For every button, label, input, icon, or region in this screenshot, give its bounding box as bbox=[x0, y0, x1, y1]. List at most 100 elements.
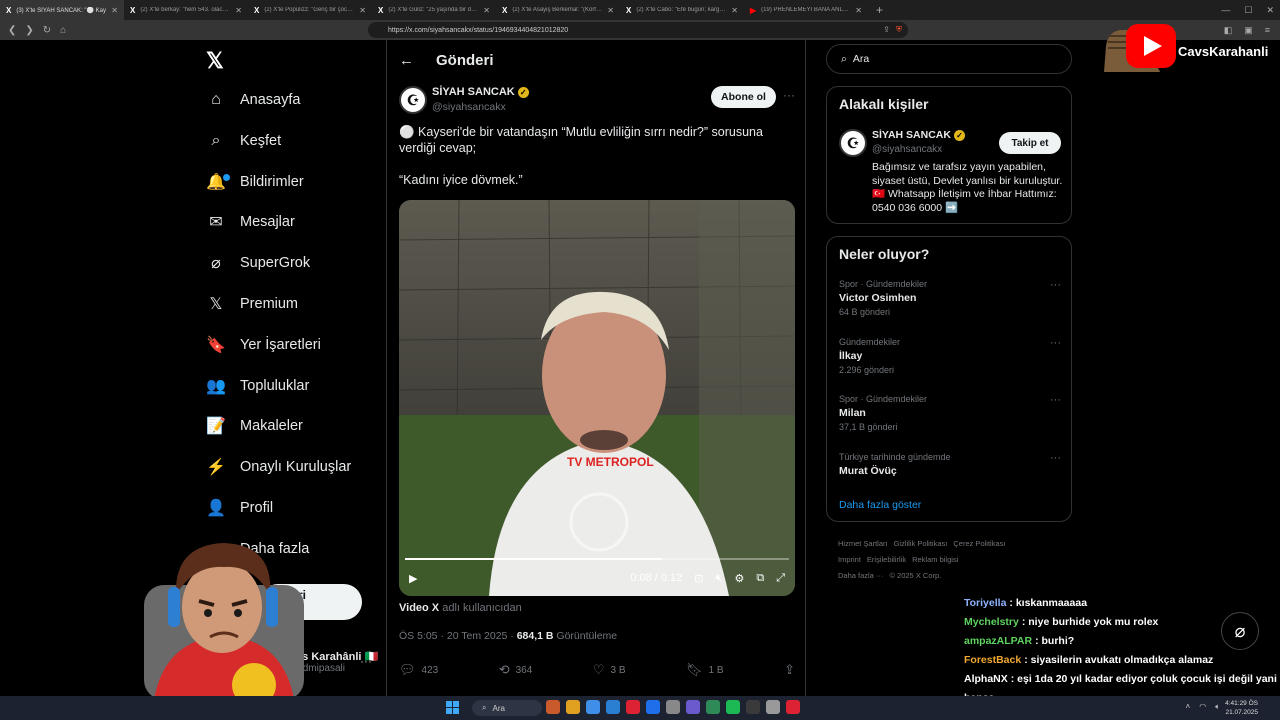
author-handle[interactable]: @siyahsancakx bbox=[432, 101, 506, 113]
home-icon[interactable]: ⌂ bbox=[60, 25, 66, 36]
sidebar-item-anasayfa[interactable]: ⌂ Anasayfa bbox=[206, 85, 300, 115]
x-logo-icon[interactable]: 𝕏 bbox=[206, 48, 224, 74]
share-button[interactable]: ⇪ bbox=[784, 662, 795, 678]
new-tab-icon[interactable]: + bbox=[868, 3, 891, 17]
captions-icon[interactable]: ⊡ bbox=[694, 572, 703, 585]
tab-close-icon[interactable]: ✕ bbox=[855, 6, 862, 15]
tab-close-icon[interactable]: ✕ bbox=[731, 6, 738, 15]
browser-tab[interactable]: X (3) X'te SİYAH SANCAK: "⚪ Kay ✕ bbox=[0, 0, 124, 20]
forward-icon[interactable]: ❯ bbox=[25, 25, 33, 36]
show-more-link[interactable]: Daha fazla göster bbox=[839, 499, 921, 511]
tab-close-icon[interactable]: ✕ bbox=[359, 6, 366, 15]
follow-button[interactable]: Takip et bbox=[999, 132, 1061, 154]
sidebar-item-profil[interactable]: 👤 Profil bbox=[206, 493, 273, 523]
post-timestamp[interactable]: ÖS 5:05 · 20 Tem 2025 · bbox=[399, 630, 517, 642]
taskbar-app-icon[interactable] bbox=[586, 700, 600, 714]
bookmark-button[interactable]: 🔖︎ 1 B bbox=[686, 662, 724, 678]
author-name[interactable]: SİYAH SANCAK ✓ bbox=[432, 86, 529, 98]
pip-icon[interactable]: ⧉ bbox=[756, 572, 764, 585]
footer-link[interactable]: © 2025 X Corp. bbox=[889, 571, 941, 580]
taskbar-app-icon[interactable] bbox=[706, 700, 720, 714]
reply-button[interactable]: 💬︎ 423 bbox=[399, 662, 438, 678]
maximize-icon[interactable]: ☐ bbox=[1244, 5, 1252, 16]
browser-tab[interactable]: X (2) X'te Popülizz: "Genç bir çocuk, fu ✕ bbox=[248, 0, 372, 20]
taskbar-app-icon[interactable] bbox=[666, 700, 680, 714]
tab-close-icon[interactable]: ✕ bbox=[607, 6, 614, 15]
url-field[interactable]: https://x.com/siyahsancakx/status/194693… bbox=[368, 22, 908, 38]
footer-link[interactable]: Gizlilik Politikası bbox=[894, 539, 948, 548]
repost-button[interactable]: ⟲ 364 bbox=[499, 662, 533, 678]
footer-link[interactable]: Imprint bbox=[838, 555, 861, 564]
trend-item[interactable]: Gündemdekiler İlkay 2.296 gönderi ··· bbox=[839, 337, 1061, 375]
trend-item[interactable]: Türkiye tarihinde gündemde Murat Övüç ··· bbox=[839, 452, 1061, 480]
sidebar-item-keşfet[interactable]: ⌕ Keşfet bbox=[206, 126, 282, 156]
taskbar-app-icon[interactable] bbox=[686, 700, 700, 714]
footer-link[interactable]: Reklam bilgisi bbox=[912, 555, 958, 564]
taskbar-app-icon[interactable] bbox=[726, 700, 740, 714]
mute-icon[interactable]: 🔇︎ bbox=[716, 572, 723, 585]
taskbar-app-icon[interactable] bbox=[606, 700, 620, 714]
browser-tab[interactable]: ▶ (19) PRENLEMEYİ BANA ANLAT | 55 ✕ bbox=[744, 0, 868, 20]
fullscreen-icon[interactable]: ⤢ bbox=[776, 572, 785, 585]
taskbar-app-icon[interactable] bbox=[626, 700, 640, 714]
like-button[interactable]: ♡ 3 B bbox=[593, 662, 626, 678]
subscribe-button[interactable]: Abone ol bbox=[711, 86, 776, 108]
footer-link[interactable]: Hizmet Şartları bbox=[838, 539, 888, 548]
taskbar-app-icon[interactable] bbox=[646, 700, 660, 714]
account-more-icon[interactable]: ··· bbox=[360, 654, 372, 668]
avatar[interactable]: ☪ bbox=[399, 86, 427, 114]
settings-icon[interactable]: ⚙ bbox=[734, 572, 744, 585]
sidebar-item-topluluklar[interactable]: 👥 Topluluklar bbox=[206, 371, 309, 401]
footer-link[interactable]: Çerez Politikası bbox=[953, 539, 1005, 548]
browser-tab[interactable]: X (2) X'te Asayiş Berkemal: "(Körfez) b ✕ bbox=[496, 0, 620, 20]
sidebar-item-mesajlar[interactable]: ✉ Mesajlar bbox=[206, 207, 295, 237]
trend-item[interactable]: Spor · Gündemdekiler Victor Osimhen 64 B g… bbox=[839, 279, 1061, 317]
browser-tab[interactable]: X (2) X'te Güliz: "25 yaşında bir doktor ✕ bbox=[372, 0, 496, 20]
sidebar-item-makaleler[interactable]: 📝 Makaleler bbox=[206, 411, 303, 441]
sidebar-item-supergrok[interactable]: ⌀ SuperGrok bbox=[206, 248, 310, 278]
trend-more-icon[interactable]: ··· bbox=[1050, 394, 1061, 406]
sidebar-item-onaylı-kuruluşlar[interactable]: ⚡ Onaylı Kuruluşlar bbox=[206, 452, 351, 482]
video-source-link[interactable]: Video X bbox=[399, 602, 439, 614]
brave-shield-icon[interactable]: ⛨ bbox=[896, 25, 902, 35]
windows-start-icon[interactable] bbox=[446, 701, 459, 714]
search-input[interactable]: ⌕ Ara bbox=[826, 44, 1072, 74]
related-handle[interactable]: @siyahsancakx bbox=[872, 144, 942, 155]
taskbar-app-icon[interactable] bbox=[786, 700, 800, 714]
taskbar-search[interactable]: ⌕ Ara bbox=[472, 700, 542, 716]
sidebar-item-bildirimler[interactable]: 🔔 Bildirimler bbox=[206, 167, 304, 197]
close-icon[interactable]: ✕ bbox=[1266, 5, 1274, 16]
taskbar-app-icon[interactable] bbox=[746, 700, 760, 714]
tab-close-icon[interactable]: ✕ bbox=[483, 6, 490, 15]
taskbar-app-icon[interactable] bbox=[546, 700, 560, 714]
back-arrow-icon[interactable]: ← bbox=[399, 52, 414, 69]
taskbar-app-icon[interactable] bbox=[766, 700, 780, 714]
share-icon[interactable]: ⇪ bbox=[883, 25, 890, 35]
tab-close-icon[interactable]: ✕ bbox=[235, 6, 242, 15]
sidebar-item-yer-i-şaretleri[interactable]: 🔖 Yer İşaretleri bbox=[206, 330, 321, 360]
trend-item[interactable]: Spor · Gündemdekiler Milan 37,1 B gönderi ·… bbox=[839, 394, 1061, 432]
minimize-icon[interactable]: — bbox=[1221, 5, 1230, 15]
browser-tab[interactable]: X (2) X'te berkay: "hem 543. olacak ko ✕ bbox=[124, 0, 248, 20]
back-icon[interactable]: ❮ bbox=[8, 25, 16, 36]
play-icon[interactable]: ▶ bbox=[409, 572, 417, 585]
browser-tab[interactable]: X (2) X'te Cabo: "Efe bugün; kargıdan k ✕ bbox=[620, 0, 744, 20]
chevron-up-icon[interactable]: ˄ bbox=[1186, 702, 1191, 712]
sidebar-item-premium[interactable]: 𝕏 Premium bbox=[206, 289, 298, 319]
system-clock[interactable]: 4:41:29 ÖS 21.07.2025 bbox=[1225, 699, 1258, 717]
trend-more-icon[interactable]: ··· bbox=[1050, 452, 1061, 464]
reload-icon[interactable]: ↻ bbox=[43, 25, 51, 36]
volume-icon[interactable]: 🔈︎ bbox=[1215, 702, 1220, 712]
tab-close-icon[interactable]: ✕ bbox=[111, 6, 118, 15]
wifi-icon[interactable]: ◠ bbox=[1199, 702, 1206, 712]
taskbar-app-icon[interactable] bbox=[566, 700, 580, 714]
trend-more-icon[interactable]: ··· bbox=[1050, 337, 1061, 349]
footer-link[interactable]: Erişilebilirlik bbox=[867, 555, 906, 564]
related-avatar[interactable]: ☪ bbox=[839, 129, 867, 157]
more-icon[interactable]: ··· bbox=[783, 88, 795, 102]
video-player[interactable]: TV METROPOL ▶ 0:08 / 0:12 ⊡ 🔇︎ ⚙ ⧉ ⤢ bbox=[399, 200, 795, 596]
related-name[interactable]: SİYAH SANCAK ✓ bbox=[872, 129, 965, 141]
footer-link[interactable]: Daha fazla ··· bbox=[838, 571, 883, 580]
trend-more-icon[interactable]: ··· bbox=[1050, 279, 1061, 291]
grok-float-icon[interactable]: ⌀ bbox=[1221, 612, 1259, 650]
